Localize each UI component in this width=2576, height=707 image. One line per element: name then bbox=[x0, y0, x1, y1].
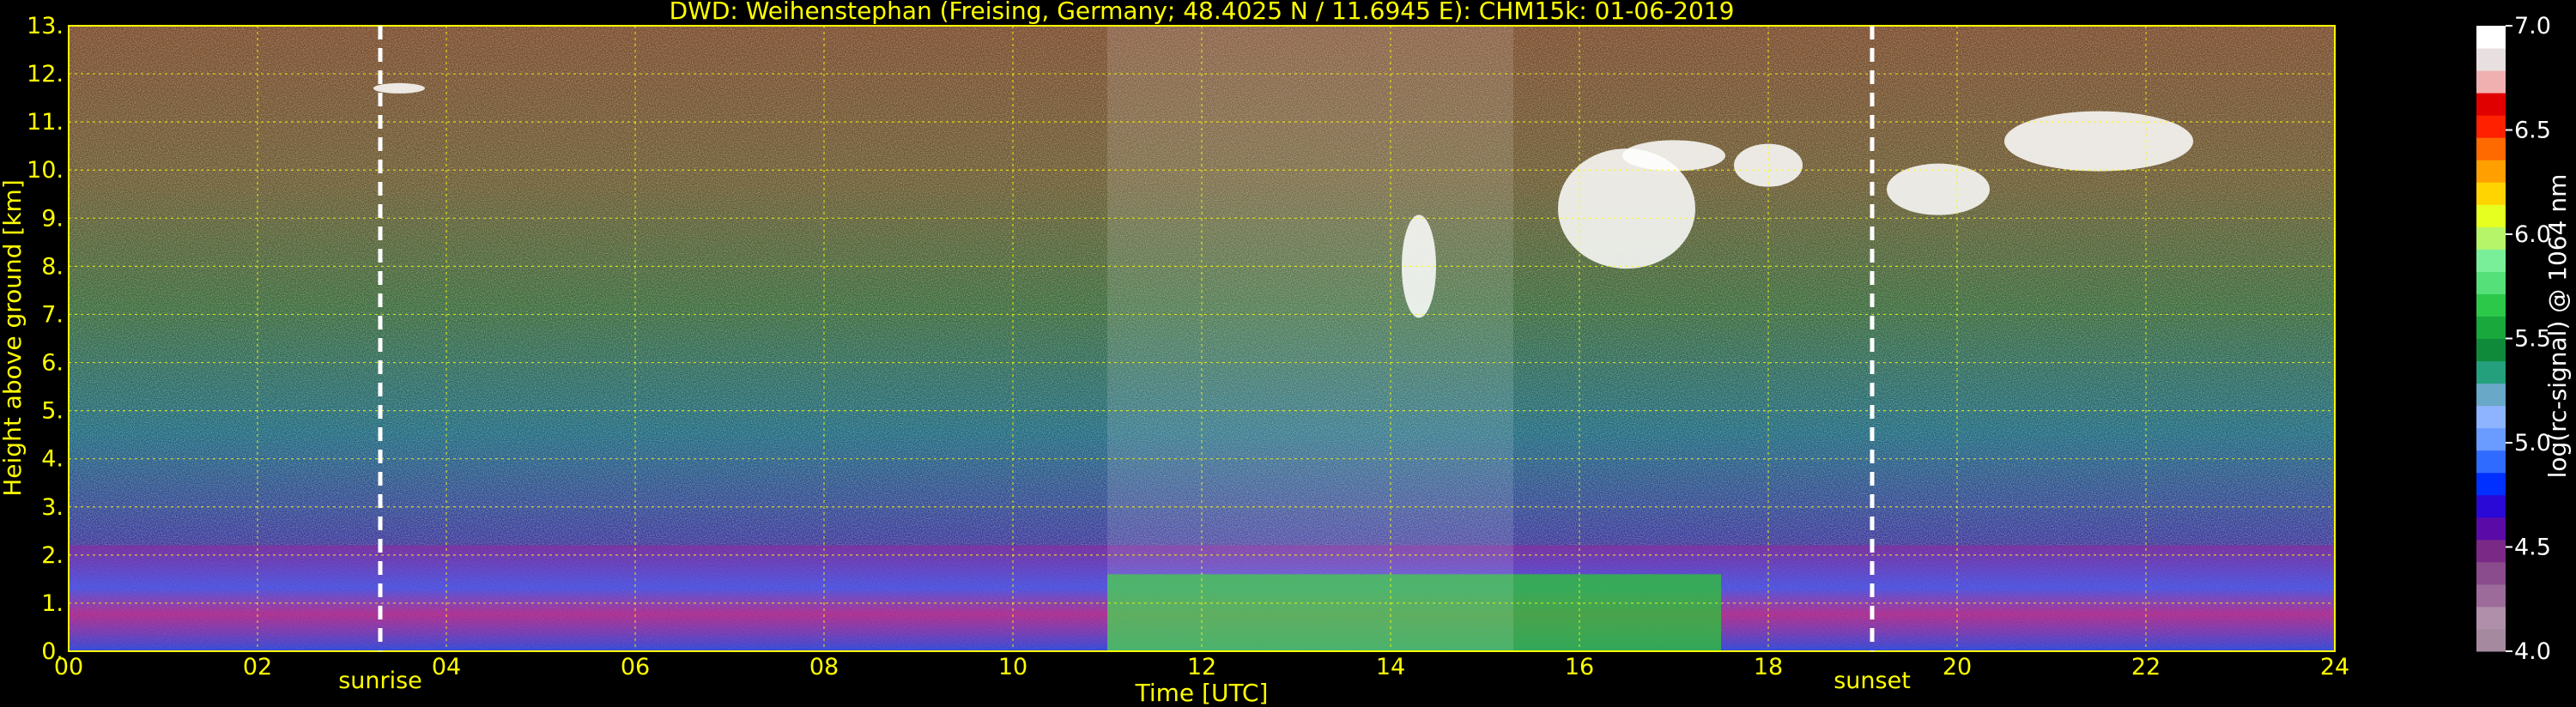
cloud-patch bbox=[1887, 163, 1990, 215]
y-tick-label: 4. bbox=[41, 446, 64, 473]
colorbar-segment bbox=[2476, 48, 2506, 71]
y-tick-label: 2. bbox=[41, 542, 64, 569]
y-tick-label: 3. bbox=[41, 494, 64, 521]
colorbar-tick-label: 7.0 bbox=[2514, 13, 2551, 39]
y-tick-label: 1. bbox=[41, 590, 64, 617]
x-tick-label: 14 bbox=[1376, 654, 1405, 680]
x-tick-label: 20 bbox=[1943, 654, 1972, 680]
sunrise-label: sunrise bbox=[338, 668, 422, 694]
colorbar-segment bbox=[2476, 137, 2506, 160]
colorbar-segment bbox=[2476, 93, 2506, 116]
ceilometer-chart: DWD: Weihenstephan (Freising, Germany; 4… bbox=[0, 0, 2572, 707]
y-tick-label: 9. bbox=[41, 205, 64, 232]
x-tick-label: 16 bbox=[1565, 654, 1594, 680]
x-tick-label: 10 bbox=[998, 654, 1027, 680]
colorbar-tick-label: 6.5 bbox=[2514, 118, 2551, 144]
precip-streaks bbox=[1107, 26, 1513, 651]
cloud-patch bbox=[373, 82, 425, 94]
colorbar-segment bbox=[2476, 316, 2506, 339]
colorbar-segment bbox=[2476, 628, 2506, 652]
x-tick-label: 18 bbox=[1754, 654, 1783, 680]
colorbar-segment bbox=[2476, 360, 2506, 384]
colorbar-segment bbox=[2476, 450, 2506, 474]
y-tick-label: 7. bbox=[41, 301, 64, 328]
colorbar-segment bbox=[2476, 204, 2506, 227]
colorbar-tick-label: 4.0 bbox=[2514, 638, 2551, 665]
y-tick-label: 13. bbox=[27, 13, 64, 39]
colorbar-segment bbox=[2476, 561, 2506, 585]
colorbar: 4.04.55.05.56.06.57.0 bbox=[2476, 13, 2551, 665]
y-tick-label: 6. bbox=[41, 350, 64, 377]
x-tick-label: 04 bbox=[432, 654, 461, 680]
colorbar-segment bbox=[2476, 383, 2506, 407]
sunset-label: sunset bbox=[1834, 668, 1911, 694]
cloud-patch bbox=[1402, 215, 1436, 318]
colorbar-segment bbox=[2476, 517, 2506, 541]
colorbar-segment bbox=[2476, 249, 2506, 272]
colorbar-segment bbox=[2476, 427, 2506, 451]
y-axis-ticks: 0. 1. 2. 3. 4. 5. 6. 7. 8. 9. 10. 11. 12. 13. bbox=[27, 13, 64, 665]
colorbar-segment bbox=[2476, 539, 2506, 563]
y-tick-label: 8. bbox=[41, 253, 64, 280]
x-tick-label: 24 bbox=[2320, 654, 2349, 680]
cloud-patch bbox=[2004, 111, 2193, 172]
x-tick-label: 08 bbox=[809, 654, 839, 680]
colorbar-segment bbox=[2476, 338, 2506, 362]
colorbar-segment bbox=[2476, 115, 2506, 138]
chart-title: DWD: Weihenstephan (Freising, Germany; 4… bbox=[670, 0, 1735, 25]
cloud-patch bbox=[1622, 140, 1725, 172]
y-tick-label: 0. bbox=[41, 638, 64, 665]
colorbar-tick-label: 4.5 bbox=[2514, 535, 2551, 561]
x-tick-label: 02 bbox=[243, 654, 272, 680]
y-tick-label: 12. bbox=[27, 61, 64, 88]
x-axis-label: Time [UTC] bbox=[1135, 679, 1269, 707]
x-tick-label: 22 bbox=[2131, 654, 2161, 680]
colorbar-segment bbox=[2476, 494, 2506, 518]
colorbar-segment bbox=[2476, 583, 2506, 607]
colorbar-segment bbox=[2476, 26, 2506, 49]
y-axis-label: Height above ground [km] bbox=[0, 179, 27, 497]
colorbar-segment bbox=[2476, 271, 2506, 294]
x-tick-label: 12 bbox=[1187, 654, 1216, 680]
x-tick-label: 06 bbox=[621, 654, 650, 680]
colorbar-segment bbox=[2476, 472, 2506, 496]
colorbar-segment bbox=[2476, 70, 2506, 94]
colorbar-segment bbox=[2476, 606, 2506, 630]
y-tick-label: 11. bbox=[27, 109, 64, 136]
colorbar-label: log(rc-signal) @ 1064 nm bbox=[2543, 174, 2572, 479]
colorbar-segment bbox=[2476, 405, 2506, 429]
colorbar-segment bbox=[2476, 227, 2506, 250]
colorbar-segment bbox=[2476, 160, 2506, 183]
y-tick-label: 10. bbox=[27, 157, 64, 184]
colorbar-segment bbox=[2476, 182, 2506, 205]
y-tick-label: 5. bbox=[41, 398, 64, 425]
colorbar-segment bbox=[2476, 293, 2506, 317]
